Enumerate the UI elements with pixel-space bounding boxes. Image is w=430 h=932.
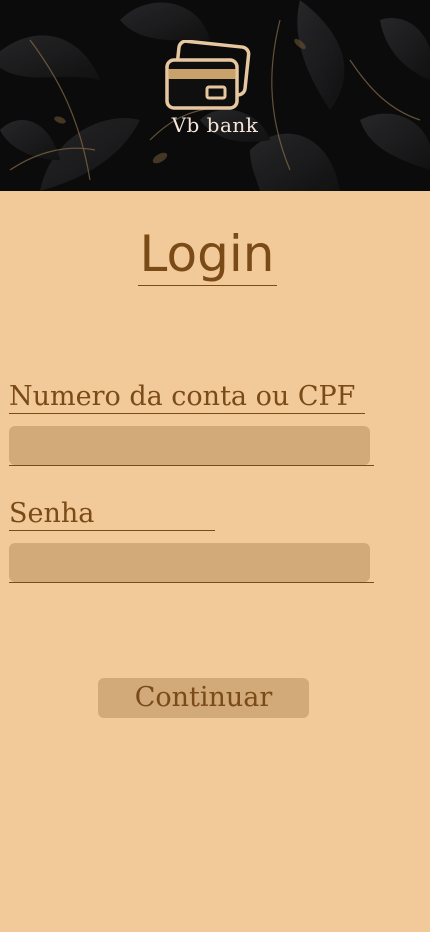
password-input[interactable] <box>9 543 370 582</box>
credit-cards-icon <box>165 40 251 110</box>
password-input-underline <box>9 582 374 583</box>
account-input[interactable] <box>9 426 370 465</box>
account-input-underline <box>9 465 374 466</box>
continue-button[interactable]: Continuar <box>98 678 309 718</box>
brand-name: Vb bank <box>171 113 259 137</box>
password-label-underline <box>9 530 215 531</box>
header-banner: Vb bank <box>0 0 430 191</box>
password-label: Senha <box>9 498 95 529</box>
account-label: Numero da conta ou CPF <box>9 381 356 412</box>
title-underline <box>138 285 277 286</box>
page-title: Login <box>139 225 275 283</box>
account-label-underline <box>9 413 365 414</box>
